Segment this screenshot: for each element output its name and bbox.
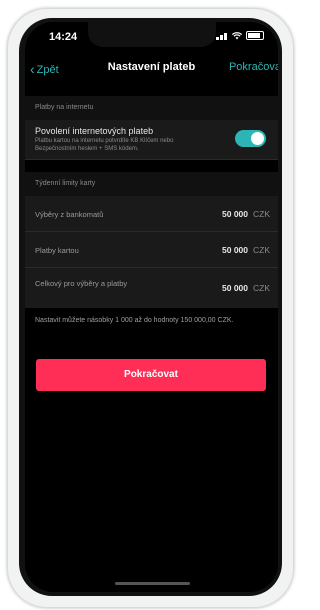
limit-row-atm[interactable]: Výběry z bankomatů 50 000 CZK (25, 196, 278, 232)
limit-currency: CZK (253, 209, 270, 219)
limits-note: Nastavit můžete násobky 1 000 až do hodn… (35, 317, 234, 324)
weekly-limits-header: Týdenní limity karty (25, 172, 278, 196)
status-time: 14:24 (49, 31, 78, 43)
cellular-signal-icon (216, 32, 228, 40)
limit-currency: CZK (253, 283, 270, 293)
limit-value: 50 000 (222, 209, 248, 219)
toggle-title: Povolení internetových plateb (35, 126, 154, 136)
toggle-subtitle: Platbu kartou na internetu potvrdíte KB … (35, 138, 174, 152)
app-screen: 14:24 ‹Zpět Nastavení plateb Pokračovat … (25, 22, 278, 592)
limit-currency: CZK (253, 245, 270, 255)
notch (88, 22, 216, 47)
internet-payments-header: Platby na internetu (25, 96, 278, 120)
limit-value: 50 000 (222, 283, 248, 293)
limit-value: 50 000 (222, 245, 248, 255)
status-icons (216, 31, 264, 40)
limit-row-total[interactable]: Celkový pro výběry a platby 50 000 CZK (25, 268, 278, 308)
wifi-icon (232, 31, 242, 39)
internet-payments-switch[interactable] (235, 130, 266, 147)
limit-row-card-payments[interactable]: Platby kartou 50 000 CZK (25, 232, 278, 268)
switch-knob (251, 132, 264, 145)
continue-nav-button[interactable]: Pokračovat (229, 61, 278, 73)
continue-button[interactable]: Pokračovat (36, 359, 266, 391)
battery-icon (246, 31, 264, 40)
limit-label: Platby kartou (35, 246, 79, 255)
limit-label: Výběry z bankomatů (35, 210, 104, 219)
internet-payments-toggle-row[interactable]: Povolení internetových plateb Platbu kar… (25, 120, 278, 160)
navigation-bar: ‹Zpět Nastavení plateb Pokračovat (25, 58, 278, 80)
home-indicator (115, 582, 190, 585)
limit-label: Celkový pro výběry a platby (35, 279, 128, 288)
